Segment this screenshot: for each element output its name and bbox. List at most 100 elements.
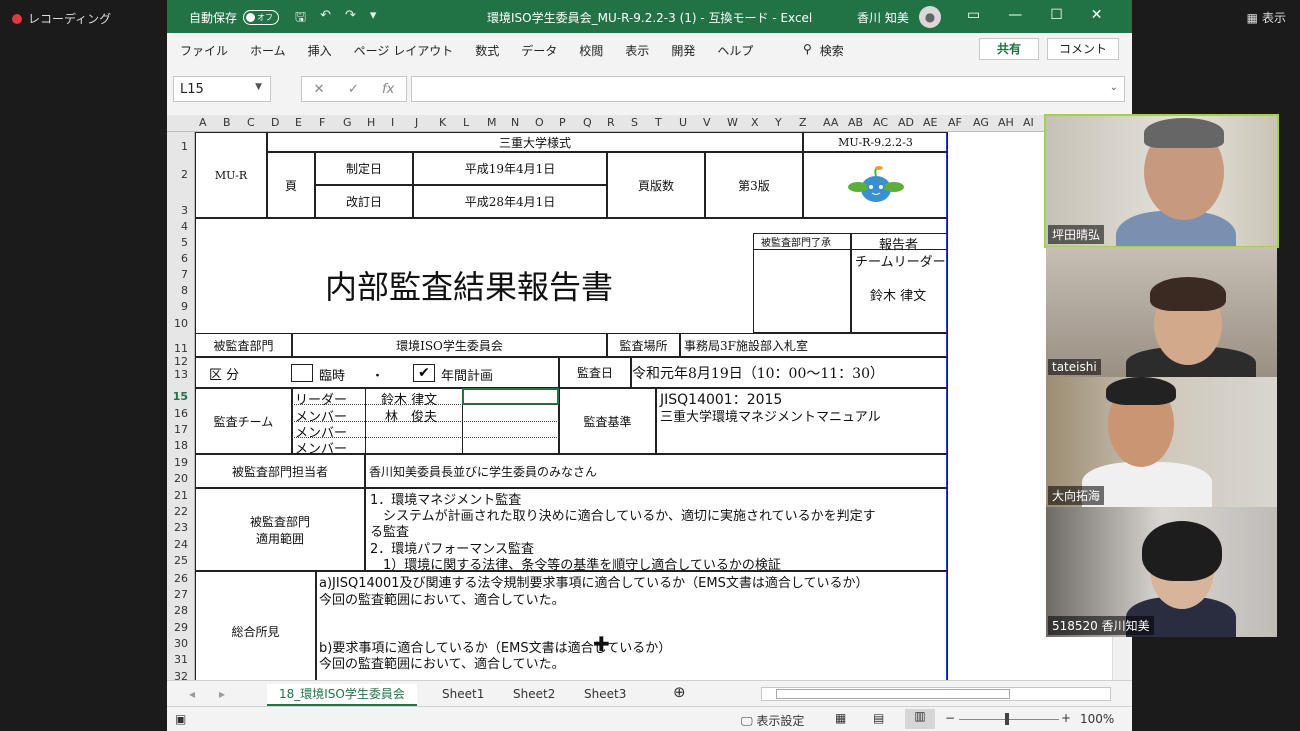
- column-header[interactable]: N: [511, 116, 519, 129]
- page-break-view-icon[interactable]: ▥: [905, 709, 935, 729]
- tab-sheet-18[interactable]: 18_環境ISO学生委員会: [267, 684, 417, 706]
- display-settings[interactable]: 🖵 表示設定: [741, 712, 804, 729]
- row-header[interactable]: 16: [174, 407, 188, 420]
- macro-record-icon[interactable]: ▣: [175, 712, 186, 726]
- overall-label-cell[interactable]: 総合所見: [195, 571, 316, 680]
- row-header[interactable]: 2: [181, 168, 188, 181]
- zoom-slider-thumb[interactable]: [1005, 713, 1009, 725]
- column-header[interactable]: L: [463, 116, 469, 129]
- form-code-cell[interactable]: MU-R-9.2.2-3: [803, 132, 948, 152]
- column-header[interactable]: T: [655, 116, 662, 129]
- row-header[interactable]: 26: [174, 572, 188, 585]
- column-header[interactable]: M: [487, 116, 497, 129]
- column-header[interactable]: AE: [923, 116, 937, 129]
- column-header[interactable]: AG: [973, 116, 989, 129]
- column-header[interactable]: J: [415, 116, 418, 129]
- column-header[interactable]: Z: [799, 116, 807, 129]
- enter-icon[interactable]: ✓: [348, 82, 359, 97]
- search-box[interactable]: ⚲ 検索: [803, 42, 844, 59]
- ribbon-display-icon[interactable]: ▭: [967, 7, 980, 23]
- row-header[interactable]: 27: [174, 588, 188, 601]
- column-header[interactable]: P: [559, 116, 566, 129]
- customize-toolbar-icon[interactable]: ▾: [370, 8, 377, 30]
- row-header[interactable]: 11: [174, 342, 188, 355]
- tab-sheet2[interactable]: Sheet2: [513, 684, 555, 706]
- tab-sheet3[interactable]: Sheet3: [584, 684, 626, 706]
- column-header[interactable]: O: [535, 116, 544, 129]
- contact-label-cell[interactable]: 被監査部門担当者: [195, 454, 365, 488]
- column-header[interactable]: R: [607, 116, 615, 129]
- row-header[interactable]: 18: [174, 439, 188, 452]
- autosave-toggle[interactable]: オフ: [243, 10, 280, 25]
- horizontal-scrollbar[interactable]: [761, 687, 1111, 701]
- participant-video-3[interactable]: 大向拓海: [1046, 377, 1277, 507]
- edition-cell[interactable]: 第3版: [705, 152, 803, 218]
- row-header[interactable]: 21: [174, 489, 188, 502]
- participant-video-1[interactable]: 坪田晴弘: [1044, 114, 1279, 248]
- row-header[interactable]: 13: [174, 368, 188, 381]
- page-layout-view-icon[interactable]: ▤: [873, 711, 884, 725]
- column-header[interactable]: U: [679, 116, 687, 129]
- column-header[interactable]: AB: [848, 116, 863, 129]
- insert-function-icon[interactable]: fx: [382, 82, 394, 97]
- participant-video-4[interactable]: 518520 香川知美: [1046, 507, 1277, 637]
- menu-item-7[interactable]: 表示: [625, 42, 649, 59]
- worksheet[interactable]: 三重大学様式 MU-R-9.2.2-3 MU-R 頁 制定日 平成19年4月1日…: [195, 132, 950, 680]
- row-header[interactable]: 29: [174, 621, 188, 634]
- column-header[interactable]: AF: [948, 116, 962, 129]
- scope-label-cell[interactable]: 被監査部門 適用範囲: [195, 488, 365, 571]
- established-date-cell[interactable]: 平成19年4月1日: [413, 152, 607, 185]
- column-header[interactable]: AD: [898, 116, 914, 129]
- column-header[interactable]: AA: [823, 116, 838, 129]
- view-button[interactable]: ▦ 表示: [1247, 9, 1286, 26]
- formula-input[interactable]: ⌄: [411, 76, 1125, 102]
- column-header[interactable]: V: [703, 116, 711, 129]
- column-header[interactable]: F: [319, 116, 325, 129]
- menu-item-4[interactable]: 数式: [475, 42, 499, 59]
- zoom-in-icon[interactable]: +: [1061, 711, 1071, 725]
- audit-date-cell[interactable]: 令和元年8月19日（10：00～11：30）: [631, 357, 948, 388]
- zoom-slider[interactable]: [959, 719, 1059, 720]
- menu-item-6[interactable]: 校閲: [579, 42, 603, 59]
- column-header[interactable]: C: [247, 116, 255, 129]
- row-header[interactable]: 1: [181, 140, 188, 153]
- row-header[interactable]: 22: [174, 505, 188, 518]
- column-header[interactable]: A: [199, 116, 207, 129]
- row-header[interactable]: 28: [174, 604, 188, 617]
- row-header[interactable]: 19: [174, 456, 188, 469]
- row-header[interactable]: 31: [174, 653, 188, 666]
- column-header[interactable]: I: [391, 116, 394, 129]
- column-header[interactable]: X: [751, 116, 759, 129]
- share-button[interactable]: 共有: [979, 38, 1039, 60]
- column-header[interactable]: AC: [873, 116, 888, 129]
- row-header[interactable]: 4: [181, 220, 188, 233]
- menu-item-8[interactable]: 開発: [671, 42, 695, 59]
- column-header[interactable]: S: [631, 116, 638, 129]
- menu-item-2[interactable]: 挿入: [308, 42, 332, 59]
- edition-label-cell[interactable]: 頁版数: [607, 152, 705, 218]
- page-label-cell[interactable]: 頁: [267, 152, 315, 218]
- revised-date-cell[interactable]: 平成28年4月1日: [413, 185, 607, 218]
- menu-item-1[interactable]: ホーム: [250, 42, 286, 59]
- name-box[interactable]: L15 ▼: [173, 76, 271, 102]
- audit-place-cell[interactable]: 事務局3F施設部入札室: [680, 333, 948, 357]
- row-header[interactable]: 20: [174, 472, 188, 485]
- column-header[interactable]: B: [223, 116, 231, 129]
- add-sheet-icon[interactable]: ⊕: [673, 682, 686, 704]
- normal-view-icon[interactable]: ▦: [835, 711, 846, 725]
- undo-icon[interactable]: ↶: [320, 8, 331, 30]
- zoom-level[interactable]: 100%: [1080, 712, 1114, 726]
- row-header[interactable]: 25: [174, 554, 188, 567]
- annual-checkbox[interactable]: ✔: [413, 364, 435, 382]
- tab-sheet1[interactable]: Sheet1: [442, 684, 484, 706]
- row-header[interactable]: 24: [174, 538, 188, 551]
- mu-r-cell[interactable]: MU-R: [195, 132, 267, 218]
- column-header[interactable]: D: [271, 116, 279, 129]
- audit-place-label-cell[interactable]: 監査場所: [607, 333, 680, 357]
- column-header[interactable]: AH: [998, 116, 1014, 129]
- column-header[interactable]: AI: [1023, 116, 1034, 129]
- next-sheet-icon[interactable]: ▸: [219, 684, 225, 706]
- menu-item-3[interactable]: ページ レイアウト: [354, 42, 454, 59]
- column-header[interactable]: K: [439, 116, 446, 129]
- university-style-cell[interactable]: 三重大学様式: [267, 132, 803, 152]
